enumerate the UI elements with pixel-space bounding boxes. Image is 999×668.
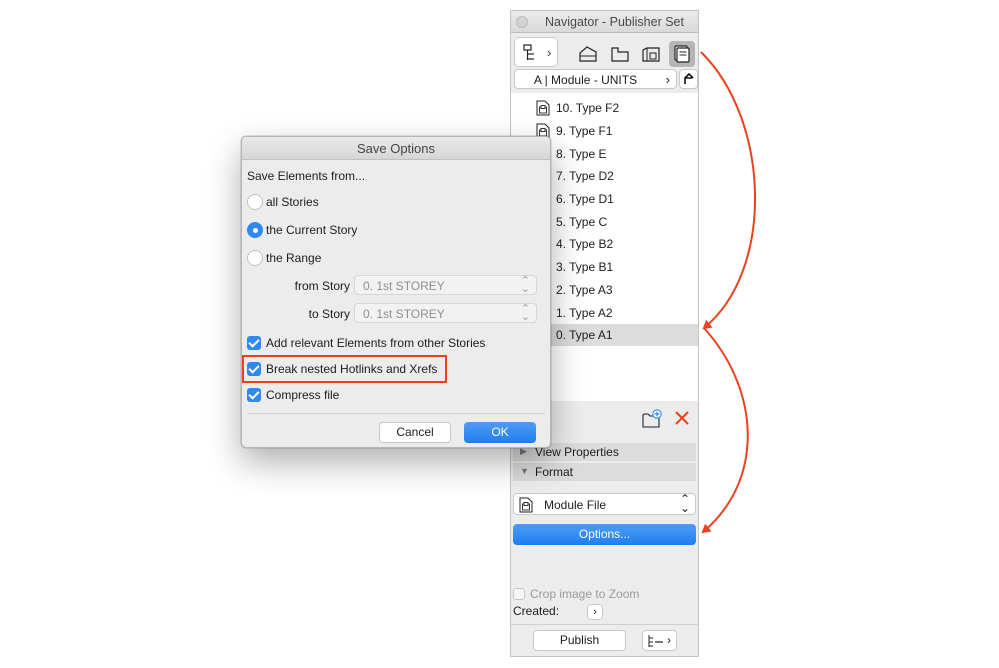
updown-chevron-icon: ⌃ ⌄ (520, 303, 530, 323)
list-item-label: 3. Type B1 (556, 260, 614, 274)
format-section[interactable]: ▼ Format (513, 463, 696, 481)
options-button[interactable]: Options... (513, 524, 696, 545)
list-item-label: 5. Type C (556, 215, 608, 229)
list-item[interactable]: 10. Type F2 (511, 97, 698, 119)
navigator-bottom-bar: Publish › (511, 624, 698, 656)
crop-image-label: Crop image to Zoom (530, 587, 640, 601)
tree-view-button[interactable]: › (642, 630, 677, 651)
radio-button[interactable] (247, 250, 263, 266)
radio-label: the Range (266, 251, 322, 265)
layout-book-button[interactable] (669, 41, 695, 67)
section-icon (611, 47, 629, 62)
list-item-label: 8. Type E (556, 147, 607, 161)
crop-image-checkbox-row[interactable]: Crop image to Zoom (513, 586, 696, 602)
add-folder-icon[interactable] (642, 409, 664, 429)
checkbox-label: Break nested Hotlinks and Xrefs (266, 362, 438, 376)
radio-label: all Stories (266, 195, 319, 209)
publisher-set-name: A | Module - UNITS (533, 73, 638, 87)
to-story-label: to Story (308, 307, 350, 321)
list-item-label: 2. Type A3 (556, 283, 613, 297)
3d-view-button[interactable] (638, 41, 664, 67)
chevron-right-icon: › (665, 72, 670, 87)
project-map-icon (523, 44, 534, 60)
disclosure-down-icon: ▼ (520, 466, 529, 476)
ok-button[interactable]: OK (464, 422, 536, 443)
from-story-label: from Story (294, 279, 350, 293)
format-select[interactable]: Module File ⌃ ⌄ (513, 493, 696, 515)
checkbox-checked[interactable] (247, 336, 261, 350)
updown-chevron-icon: ⌃ ⌄ (679, 492, 690, 515)
checkbox-label: Compress file (266, 388, 340, 402)
crop-image-checkbox[interactable] (513, 588, 525, 600)
created-label: Created: (513, 604, 560, 618)
save-options-dialog: Save Options Save Elements from... all S… (241, 136, 551, 448)
list-item-label: 1. Type A2 (556, 306, 613, 320)
updown-chevron-icon: ⌃ ⌄ (520, 275, 530, 295)
radio-label: the Current Story (266, 223, 358, 237)
save-elements-label: Save Elements from... (247, 169, 366, 183)
publisher-set-select[interactable]: A | Module - UNITS › (514, 69, 677, 89)
checkbox-checked[interactable] (247, 388, 261, 402)
section-label: Format (535, 465, 574, 479)
chevron-right-icon: › (667, 633, 671, 647)
list-item-label: 7. Type D2 (556, 169, 614, 183)
delete-x-icon[interactable] (674, 410, 690, 426)
annotation-arrow (700, 51, 757, 330)
radio-button[interactable] (247, 194, 263, 210)
dialog-title: Save Options (242, 137, 550, 160)
tree-view-icon (648, 635, 663, 647)
list-item-label: 9. Type F1 (556, 124, 613, 138)
3d-document-icon (642, 47, 660, 62)
chevron-right-icon: › (547, 45, 552, 60)
section-view-button[interactable] (607, 41, 633, 67)
checkbox-checked[interactable] (247, 362, 261, 376)
list-item-label: 4. Type B2 (556, 237, 614, 251)
module-file-icon (519, 497, 533, 513)
up-arrow-icon (684, 73, 694, 84)
format-value: Module File (544, 498, 607, 512)
layout-book-icon (674, 45, 690, 63)
navigator-titlebar[interactable]: Navigator - Publisher Set (511, 11, 698, 33)
chevron-right-icon: › (593, 606, 597, 618)
publish-button[interactable]: Publish (533, 630, 626, 651)
radio-button-selected[interactable] (247, 222, 263, 238)
module-file-icon (536, 100, 550, 116)
annotation-arrow (701, 327, 749, 534)
from-story-value: 0. 1st STOREY (363, 279, 445, 293)
from-story-select[interactable]: 0. 1st STOREY ⌃ ⌄ (354, 275, 537, 295)
close-icon[interactable] (516, 16, 528, 28)
list-item-label: 10. Type F2 (556, 101, 620, 115)
project-map-button[interactable]: › (514, 37, 558, 67)
cancel-button[interactable]: Cancel (379, 422, 451, 443)
navigator-title: Navigator - Publisher Set (545, 15, 684, 29)
list-item-label: 6. Type D1 (556, 192, 614, 206)
navigator-toolbar: › (511, 34, 698, 74)
checkbox-label: Add relevant Elements from other Stories (266, 336, 486, 350)
story-icon (579, 46, 597, 62)
created-button[interactable]: › (587, 604, 603, 620)
list-item-label: 0. Type A1 (556, 328, 613, 342)
story-view-button[interactable] (575, 41, 601, 67)
dialog-separator (247, 413, 545, 414)
to-story-value: 0. 1st STOREY (363, 307, 445, 321)
to-story-select[interactable]: 0. 1st STOREY ⌃ ⌄ (354, 303, 537, 323)
up-level-button[interactable] (679, 69, 698, 89)
